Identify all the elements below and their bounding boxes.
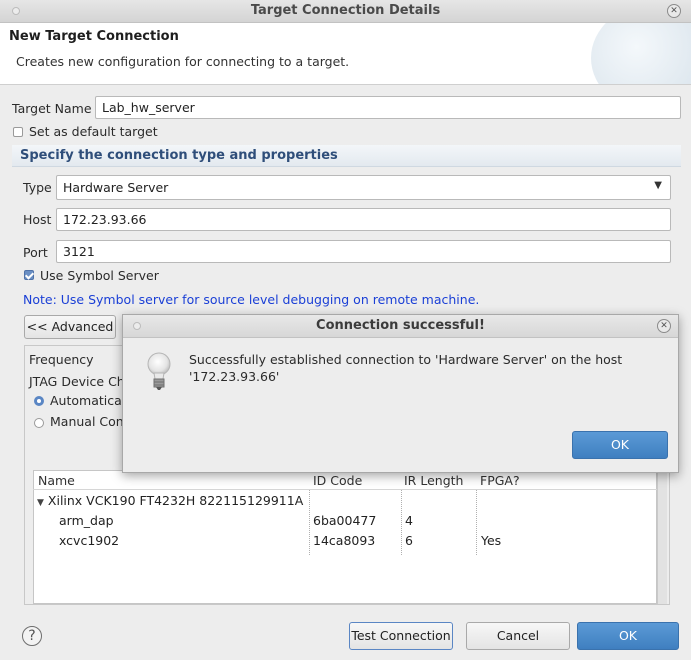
column-divider (476, 490, 477, 555)
default-target-label: Set as default target (29, 124, 158, 139)
dialog-message-line1: Successfully established connection to '… (189, 352, 623, 367)
frequency-label: Frequency (29, 352, 94, 367)
table-row-id: 14ca8093 (313, 533, 376, 548)
auto-detect-radio[interactable] (34, 396, 44, 406)
dialog-message-line2: '172.23.93.66' (189, 369, 280, 384)
ok-button[interactable]: OK (577, 622, 679, 650)
connection-section-header: Specify the connection type and properti… (12, 145, 681, 167)
port-label: Port (23, 245, 48, 260)
manual-config-label: Manual Con (50, 414, 124, 429)
host-input[interactable]: 172.23.93.66 (56, 208, 671, 231)
table-header-divider (33, 489, 657, 490)
dialog-title: Connection successful! (316, 318, 485, 333)
connection-success-dialog: Connection successful! ✕ Successfully es… (122, 314, 679, 473)
wizard-header: New Target Connection Creates new config… (0, 23, 691, 85)
table-scrollbar[interactable] (657, 470, 667, 604)
lightbulb-icon (145, 349, 173, 397)
banner-graphic (591, 23, 691, 84)
type-select[interactable]: Hardware Server ▼ (56, 175, 671, 200)
dialog-ok-button[interactable]: OK (572, 431, 668, 459)
table-row-id: 6ba00477 (313, 513, 377, 528)
column-header-ir-length[interactable]: IR Length (404, 473, 463, 488)
dialog-close-icon[interactable]: ✕ (657, 319, 671, 333)
type-select-value: Hardware Server (63, 180, 169, 195)
table-group-row[interactable]: ▼ Xilinx VCK190 FT4232H 822115129911A (37, 493, 303, 508)
test-connection-button[interactable]: Test Connection (349, 622, 453, 650)
close-icon[interactable]: ✕ (667, 4, 681, 18)
auto-detect-label: Automatical (50, 393, 126, 408)
target-name-label: Target Name (12, 101, 92, 116)
host-label: Host (23, 212, 52, 227)
manual-config-radio[interactable] (34, 418, 44, 428)
advanced-toggle-button[interactable]: << Advanced (24, 315, 116, 339)
cancel-button[interactable]: Cancel (466, 622, 570, 650)
chevron-down-icon: ▼ (654, 180, 662, 191)
target-name-input[interactable]: Lab_hw_server (95, 96, 681, 119)
symbol-server-checkbox[interactable] (24, 270, 34, 280)
column-divider (309, 490, 310, 555)
table-row-name[interactable]: xcvc1902 (59, 533, 119, 548)
page-subtitle: Creates new configuration for connecting… (16, 54, 350, 69)
page-title: New Target Connection (9, 29, 179, 44)
jtag-chain-label: JTAG Device Ch (29, 374, 125, 389)
group-name: Xilinx VCK190 FT4232H 822115129911A (47, 493, 304, 508)
column-header-id-code[interactable]: ID Code (313, 473, 362, 488)
type-label: Type (23, 180, 52, 195)
column-divider (401, 490, 402, 555)
table-row-name[interactable]: arm_dap (59, 513, 114, 528)
column-header-name[interactable]: Name (38, 473, 75, 488)
table-row-fpga: Yes (481, 533, 502, 548)
help-icon[interactable]: ? (22, 626, 42, 646)
table-row-ir: 4 (405, 513, 413, 528)
symbol-server-note: Note: Use Symbol server for source level… (23, 292, 480, 307)
table-row-ir: 6 (405, 533, 413, 548)
symbol-server-label: Use Symbol Server (40, 268, 159, 283)
window-title: Target Connection Details (250, 3, 441, 18)
default-target-checkbox[interactable] (13, 127, 23, 137)
window-titlebar: Target Connection Details ✕ (0, 0, 691, 23)
column-header-fpga[interactable]: FPGA? (480, 473, 520, 488)
dialog-titlebar: Connection successful! ✕ (123, 315, 678, 338)
port-input[interactable]: 3121 (56, 240, 671, 263)
expand-triangle-icon[interactable]: ▼ (37, 498, 44, 508)
